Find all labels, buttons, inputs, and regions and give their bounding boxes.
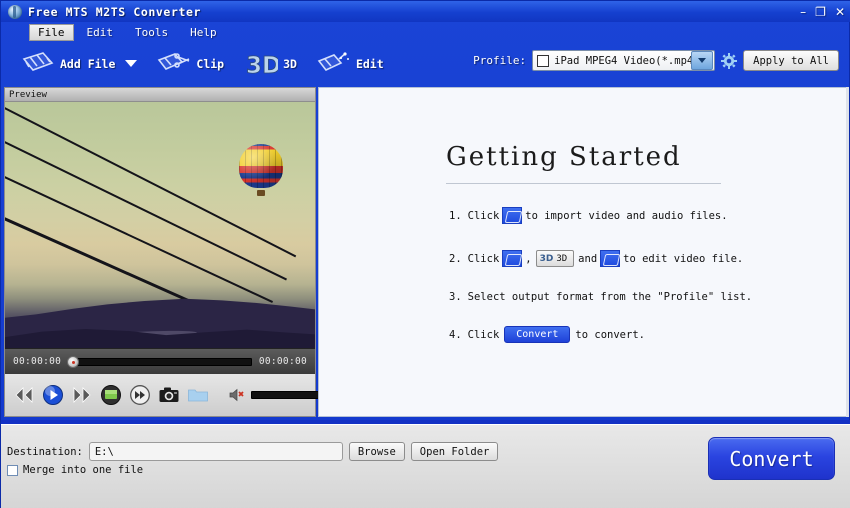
application-window: Free MTS M2TS Converter – ❐ ✕ File Edit … — [0, 0, 850, 508]
app-globe-icon — [8, 4, 22, 19]
clip-button[interactable]: Clip — [157, 50, 224, 78]
balloon-envelope — [239, 144, 283, 188]
convert-button[interactable]: Convert — [708, 437, 835, 480]
video-preview-area[interactable] — [5, 102, 315, 348]
profile-selected-value: iPad MPEG4 Video(*.mp4) — [554, 54, 692, 67]
getting-started-panel: Getting Started 1. Click to import video… — [318, 87, 848, 417]
step-1-pre: Click — [467, 209, 500, 222]
menu-item-tools[interactable]: Tools — [126, 24, 177, 41]
three-d-inline-button[interactable]: 3D 3D — [535, 250, 575, 267]
svg-text:3D: 3D — [246, 53, 278, 78]
edit-button[interactable]: Edit — [317, 50, 384, 78]
step-1-post: to import video and audio files. — [525, 209, 728, 222]
step-2-number: 2. — [449, 252, 462, 265]
merge-label: Merge into one file — [23, 464, 144, 476]
profile-checkbox-icon[interactable] — [537, 54, 550, 67]
three-d-label: 3D — [283, 56, 297, 71]
add-file-button[interactable]: Add File — [21, 50, 138, 78]
destination-input[interactable] — [88, 442, 343, 461]
maximize-icon[interactable]: ❐ — [815, 6, 826, 18]
seek-slider[interactable] — [67, 355, 252, 368]
window-title: Free MTS M2TS Converter — [28, 4, 202, 19]
scissors-film-icon — [157, 50, 191, 78]
step-3: 3. Select output format from the "Profil… — [449, 291, 752, 303]
page-title: Getting Started — [446, 142, 682, 172]
merge-checkbox[interactable] — [7, 464, 18, 476]
speaker-mute-icon[interactable] — [228, 386, 246, 404]
balloon-basket — [257, 190, 265, 196]
three-d-icon: 3D — [244, 50, 282, 79]
step-4-pre: Click — [467, 328, 500, 341]
three-d-inline-glyph: 3D — [539, 253, 554, 264]
step-2-pre: Click — [467, 252, 500, 265]
profile-label: Profile: — [473, 54, 527, 67]
add-file-label: Add File — [60, 56, 116, 71]
preview-header-label: Preview — [5, 88, 315, 102]
snapshot-icon[interactable] — [158, 384, 180, 406]
chevron-down-icon[interactable] — [125, 60, 138, 67]
bottom-bar: Destination: Browse Open Folder Merge in… — [1, 424, 850, 508]
magic-wand-film-icon — [317, 50, 351, 78]
preview-panel: Preview 00:00:00 00:00:00 — [4, 87, 335, 417]
three-d-inline-label: 3D — [556, 253, 568, 264]
menu-item-file[interactable]: File — [29, 23, 74, 41]
title-bar: Free MTS M2TS Converter – ❐ ✕ — [1, 1, 850, 22]
hot-air-balloon — [239, 144, 283, 196]
step-4-post: to convert. — [575, 328, 645, 341]
add-file-inline-icon[interactable] — [502, 207, 523, 224]
step-1-number: 1. — [449, 209, 462, 222]
edit-inline-icon[interactable] — [600, 250, 621, 267]
step-4-number: 4. — [449, 328, 462, 341]
window-controls: – ❐ ✕ — [800, 1, 845, 22]
film-strip-icon — [21, 50, 55, 78]
total-time: 00:00:00 — [258, 356, 307, 367]
player-controls — [5, 374, 335, 416]
merge-row: Merge into one file — [7, 464, 143, 476]
stop-icon[interactable] — [100, 384, 122, 406]
fast-forward-icon[interactable] — [71, 384, 93, 406]
browse-button[interactable]: Browse — [348, 442, 405, 461]
rewind-icon[interactable] — [13, 384, 35, 406]
profile-area: Profile: iPad MPEG4 Video(*.mp4) Apply t… — [473, 50, 839, 71]
panel-right-edge — [846, 87, 849, 417]
chevron-down-icon[interactable] — [691, 51, 714, 70]
clip-label: Clip — [196, 56, 225, 71]
step-2-comma: , — [525, 252, 532, 265]
edit-label: Edit — [355, 56, 384, 71]
step-2-and: and — [578, 252, 598, 265]
current-time: 00:00:00 — [13, 356, 62, 367]
apply-to-all-button[interactable]: Apply to All — [743, 50, 839, 71]
seek-bar: 00:00:00 00:00:00 — [5, 348, 315, 374]
step-icon[interactable] — [129, 384, 151, 406]
step-2: 2. Click , 3D 3D and to edit video file. — [449, 250, 743, 267]
clip-inline-icon[interactable] — [502, 250, 523, 267]
gear-icon[interactable] — [721, 52, 738, 69]
step-3-text: Select output format from the "Profile" … — [467, 291, 753, 303]
convert-inline-button[interactable]: Convert — [504, 326, 571, 343]
step-1: 1. Click to import video and audio files… — [449, 207, 728, 224]
menu-item-help[interactable]: Help — [181, 24, 226, 41]
play-icon[interactable] — [42, 384, 64, 406]
step-3-number: 3. — [449, 291, 462, 303]
profile-select[interactable]: iPad MPEG4 Video(*.mp4) — [532, 50, 716, 71]
destination-label: Destination: — [7, 445, 83, 458]
open-folder-button[interactable]: Open Folder — [410, 442, 499, 461]
seek-handle[interactable] — [67, 355, 80, 368]
step-4: 4. Click Convert to convert. — [449, 326, 645, 343]
close-icon[interactable]: ✕ — [835, 6, 845, 18]
three-d-button[interactable]: 3D 3D — [244, 50, 297, 79]
title-divider — [446, 183, 721, 184]
folder-icon[interactable] — [187, 384, 209, 406]
menu-bar: File Edit Tools Help — [1, 22, 850, 42]
step-2-post: to edit video file. — [623, 252, 744, 265]
menu-item-edit[interactable]: Edit — [78, 24, 123, 41]
destination-row: Destination: Browse Open Folder — [7, 442, 499, 461]
minimize-icon[interactable]: – — [800, 6, 806, 18]
